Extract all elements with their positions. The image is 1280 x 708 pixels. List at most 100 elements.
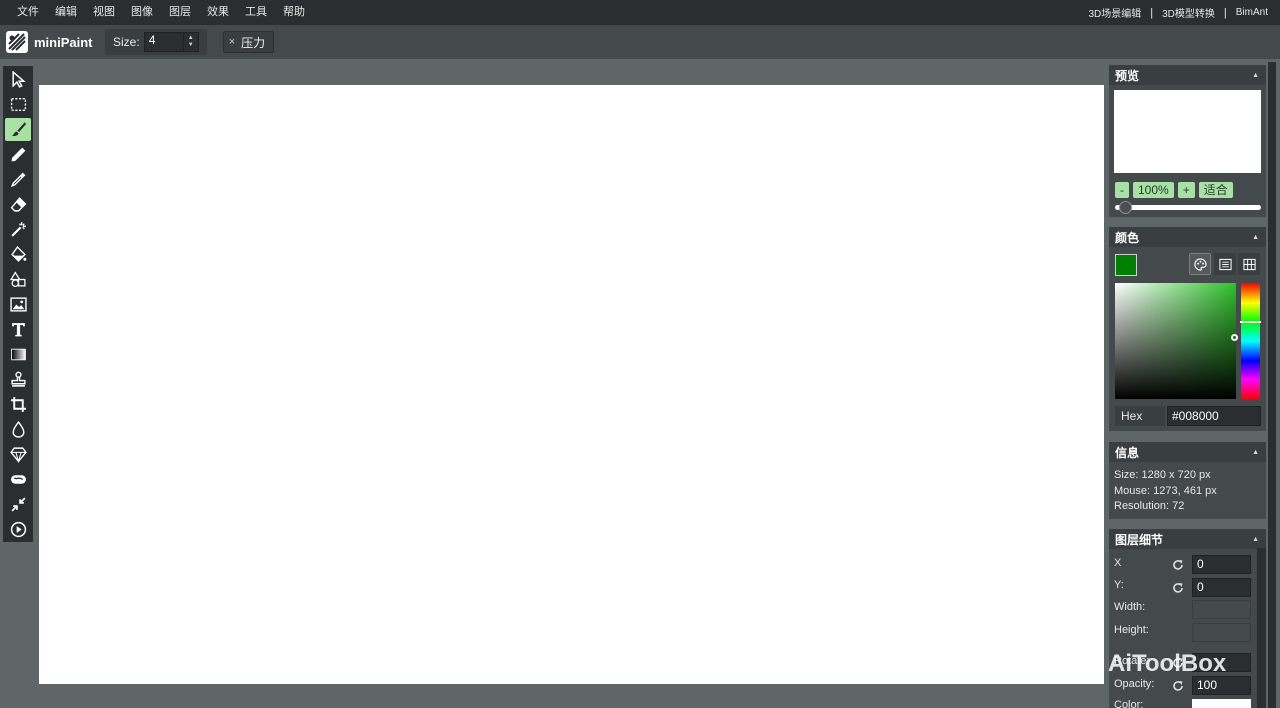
tool-pick-color[interactable] [5, 168, 31, 191]
color-panel-title: 颜色 [1115, 230, 1140, 245]
tool-clone[interactable] [5, 368, 31, 391]
width-input[interactable] [1192, 600, 1251, 619]
hue-slider[interactable] [1241, 283, 1260, 399]
link-bimant[interactable]: BimAnt [1230, 7, 1274, 18]
tool-crop[interactable] [5, 393, 31, 416]
select-icon [11, 71, 26, 88]
color-mode-grid[interactable] [1238, 253, 1260, 275]
preview-panel-title: 预览 [1115, 68, 1140, 83]
zoom-in-button[interactable]: + [1177, 182, 1195, 198]
reset-y-button[interactable] [1169, 579, 1187, 597]
menu-help[interactable]: 帮助 [275, 0, 313, 25]
menu-image[interactable]: 图像 [123, 0, 161, 25]
menu-edit[interactable]: 编辑 [47, 0, 85, 25]
pressure-label: 压力 [241, 35, 266, 50]
hex-label: Hex [1115, 406, 1165, 426]
chevron-down-icon[interactable]: ▼ [188, 42, 194, 49]
tool-erase[interactable] [5, 193, 31, 216]
pressure-toggle[interactable]: × 压力 [222, 31, 275, 53]
info-mouse: Mouse: 1273, 461 px [1114, 485, 1217, 497]
tool-bulge-pinch[interactable] [5, 493, 31, 516]
hue-slider-marker[interactable] [1240, 321, 1261, 323]
layer-details-title: 图层细节 [1115, 532, 1164, 547]
details-scrollbar[interactable] [1257, 548, 1266, 708]
reset-icon [1173, 681, 1183, 691]
y-input[interactable]: 0 [1192, 578, 1251, 597]
preview-thumbnail[interactable] [1114, 90, 1261, 173]
menu-view[interactable]: 视图 [85, 0, 123, 25]
info-resolution: Resolution: 72 [1114, 500, 1185, 512]
color-mode-picker[interactable] [1189, 253, 1211, 275]
zoom-out-button[interactable]: - [1115, 182, 1129, 198]
opacity-input[interactable]: 100 [1192, 676, 1251, 695]
size-input[interactable]: 4 [143, 32, 184, 52]
color-panel-header[interactable]: 颜色 ▲ [1109, 227, 1266, 247]
size-stepper[interactable]: ▲ ▼ [183, 32, 199, 52]
palette-icon [1193, 257, 1207, 271]
menu-tools[interactable]: 工具 [237, 0, 275, 25]
zoom-level-button[interactable]: 100% [1133, 182, 1174, 198]
collapse-icon[interactable]: ▲ [1252, 234, 1259, 241]
hex-input[interactable]: #008000 [1167, 406, 1261, 426]
preview-panel-header[interactable]: 预览 ▲ [1109, 65, 1266, 85]
tool-fill[interactable] [5, 243, 31, 266]
link-3d-scene-editor[interactable]: 3D场景编辑 [1082, 5, 1147, 20]
pick-color-icon [10, 172, 25, 188]
tool-pencil[interactable] [5, 143, 31, 166]
collapse-icon[interactable]: ▲ [1252, 536, 1259, 543]
menu-file[interactable]: 文件 [9, 0, 47, 25]
desaturate-icon [10, 475, 26, 484]
active-color-swatch[interactable] [1115, 254, 1137, 276]
x-input[interactable]: 0 [1192, 555, 1251, 574]
layer-color-input[interactable] [1192, 699, 1251, 708]
color-picker-marker[interactable] [1231, 334, 1238, 341]
close-icon: × [228, 36, 236, 48]
app-logo[interactable]: miniPaint [5, 30, 98, 54]
grid-icon [1242, 258, 1256, 270]
tool-selection[interactable] [5, 93, 31, 116]
reset-icon [1173, 583, 1183, 593]
tool-select[interactable] [5, 68, 31, 91]
saturation-value-picker[interactable] [1115, 283, 1236, 399]
minipaint-logo-icon [6, 31, 28, 53]
size-control: Size: 4 ▲ ▼ [105, 29, 207, 55]
tool-media[interactable] [5, 293, 31, 316]
zoom-slider-thumb[interactable] [1119, 201, 1132, 214]
app-name: miniPaint [34, 34, 93, 50]
sidebar-scrollbar[interactable] [1268, 62, 1276, 708]
tool-magic-wand[interactable] [5, 218, 31, 241]
tools-column [3, 66, 33, 542]
info-panel-header[interactable]: 信息 ▲ [1109, 442, 1266, 462]
fit-button[interactable]: 适合 [1198, 182, 1233, 198]
tool-animation[interactable] [5, 518, 31, 541]
zoom-slider[interactable] [1115, 205, 1261, 210]
height-input[interactable] [1192, 623, 1251, 642]
layer-details-header[interactable]: 图层细节 ▲ [1109, 529, 1266, 549]
tool-gradient[interactable] [5, 343, 31, 366]
color-mode-list[interactable] [1214, 253, 1236, 275]
reset-x-button[interactable] [1169, 556, 1187, 574]
collapse-icon[interactable]: ▲ [1252, 449, 1259, 456]
watermark: AiToolBox [1072, 650, 1226, 678]
watermark-logo-icon [1072, 653, 1102, 675]
menu-layers[interactable]: 图层 [161, 0, 199, 25]
tool-desaturate[interactable] [5, 468, 31, 491]
tool-text[interactable] [5, 318, 31, 341]
drawing-canvas[interactable] [39, 85, 1104, 684]
external-links: 3D场景编辑 | 3D模型转换 | BimAnt [1082, 5, 1280, 21]
link-3d-model-converter[interactable]: 3D模型转换 [1156, 5, 1221, 20]
color-panel: 颜色 ▲ Hex #008000 [1109, 227, 1266, 431]
tool-blur[interactable] [5, 418, 31, 441]
chevron-up-icon[interactable]: ▲ [188, 35, 194, 42]
tool-brush[interactable] [5, 118, 31, 141]
tool-shape[interactable] [5, 268, 31, 291]
layer-details-panel: 图层细节 ▲ X 0 Y: 0 Width: Height: Rotate: O… [1109, 529, 1266, 708]
reset-opacity-button[interactable] [1169, 677, 1187, 695]
size-label: Size: [113, 35, 140, 49]
height-label: Height: [1114, 624, 1149, 636]
crop-icon [10, 397, 26, 412]
menu-effects[interactable]: 效果 [199, 0, 237, 25]
tool-sharpen[interactable] [5, 443, 31, 466]
collapse-icon[interactable]: ▲ [1252, 72, 1259, 79]
info-panel-title: 信息 [1115, 445, 1140, 460]
